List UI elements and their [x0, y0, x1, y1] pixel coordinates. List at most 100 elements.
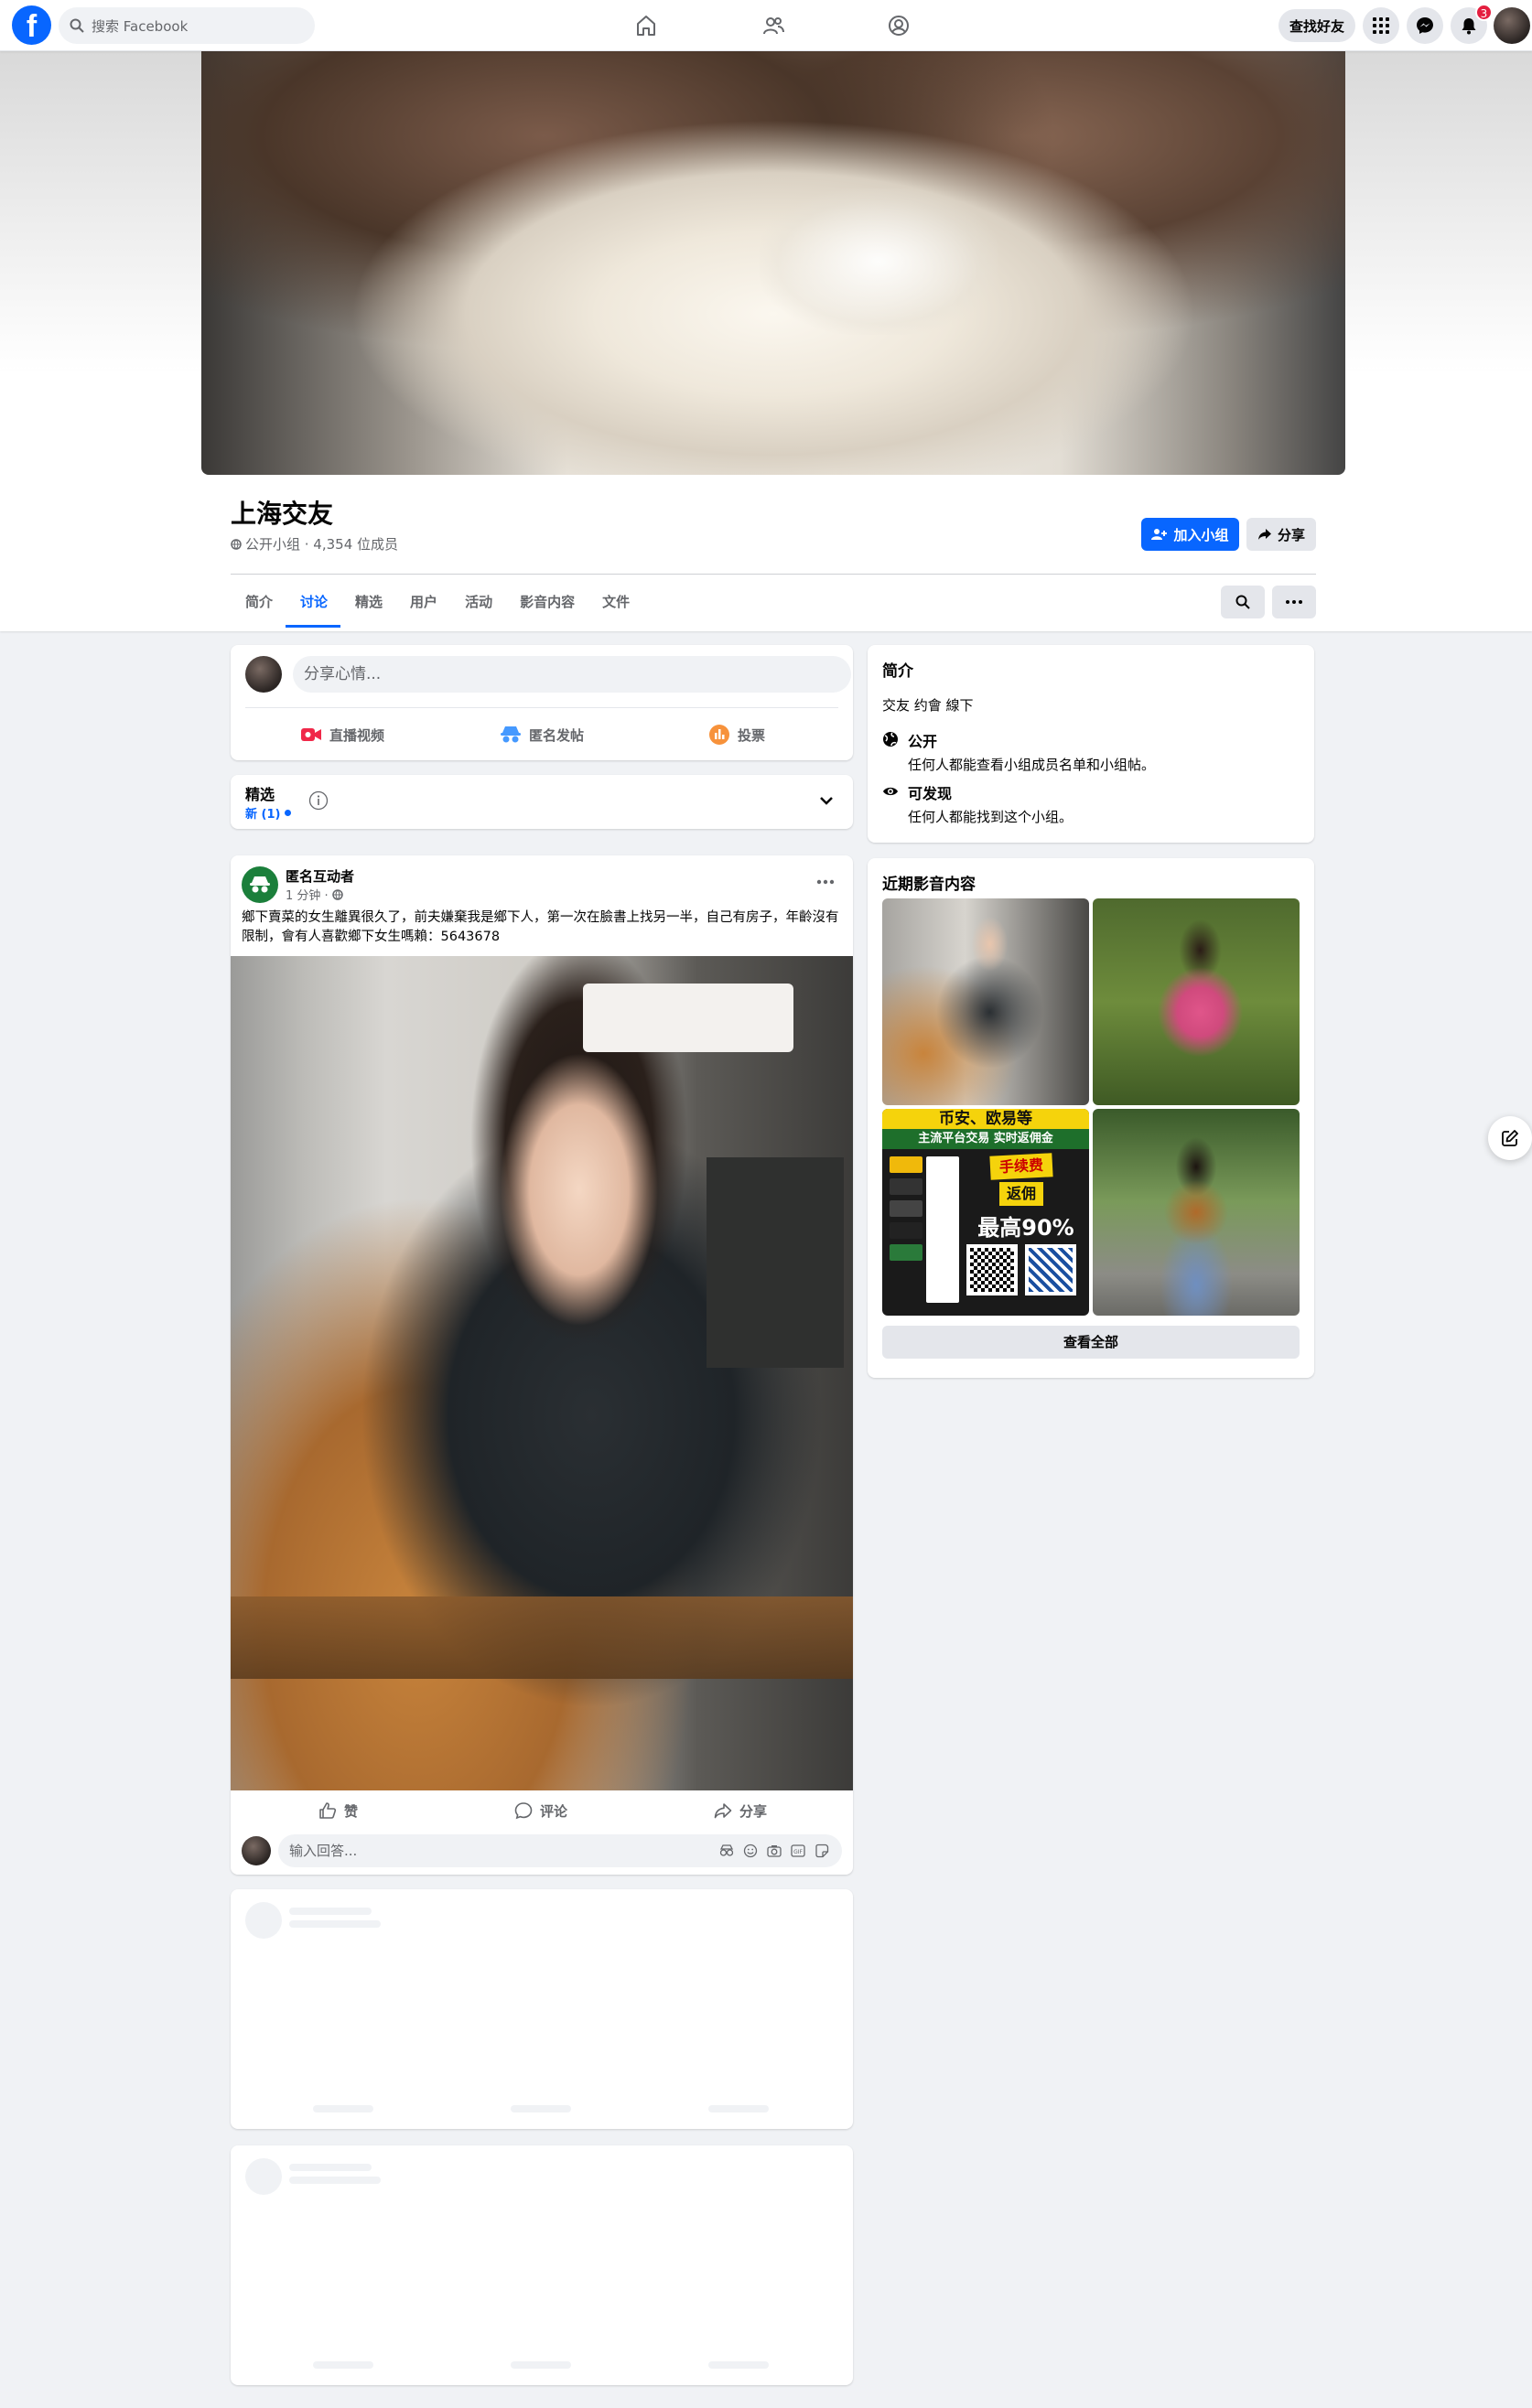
qr-code-icon: [966, 1244, 1018, 1295]
ad-line-5: 最高90%: [977, 1215, 1074, 1241]
ad-line-2: 主流平台交易 实时返佣金: [882, 1129, 1089, 1149]
visibility-desc: 任何人都能找到这个小组。: [908, 809, 1073, 825]
group-name[interactable]: 上海交友: [231, 494, 333, 531]
featured-new-label: 新 (1): [245, 808, 281, 822]
skeleton-avatar: [245, 1902, 282, 1939]
post-time[interactable]: 1 分钟 ·: [286, 886, 329, 903]
anonymous-icon[interactable]: [719, 1844, 734, 1857]
anonymous-post-button[interactable]: 匿名发帖: [500, 716, 584, 753]
share-group-button[interactable]: 分享: [1246, 518, 1316, 551]
like-button[interactable]: 赞: [318, 1794, 358, 1827]
tab-about[interactable]: 简介: [231, 576, 286, 628]
tab-discussion[interactable]: 讨论: [286, 576, 341, 628]
group-post: 匿名互动者 1 分钟 · 鄉下賣菜的女生離異很久了，前夫嫌棄我是鄉下人，第一次在…: [231, 855, 853, 1875]
search-box[interactable]: 搜索 Facebook: [59, 7, 315, 44]
join-group-label: 加入小组: [1173, 526, 1229, 543]
group-cover-photo[interactable]: [201, 51, 1345, 475]
anonymous-post-label: 匿名发帖: [529, 726, 585, 744]
skeleton-line: [313, 2361, 373, 2369]
globe-icon: [231, 538, 242, 550]
visibility-discoverable: 可发现 任何人都能找到这个小组。: [882, 781, 1073, 826]
skeleton-line: [511, 2361, 571, 2369]
composer-input[interactable]: 分享心情...: [293, 656, 851, 693]
globe-icon: [883, 732, 898, 747]
privacy-desc: 任何人都能查看小组成员名单和小组帖。: [908, 757, 1156, 773]
top-navigation-bar: f 搜索 Facebook 查找好友 3: [0, 0, 1532, 51]
post-photo[interactable]: [231, 956, 853, 1790]
post-author[interactable]: 匿名互动者: [286, 866, 354, 886]
tab-files[interactable]: 文件: [588, 576, 642, 628]
comment-bubble-icon: [514, 1802, 533, 1820]
media-thumbnail-ad[interactable]: 币安、欧易等 主流平台交易 实时返佣金 手续费 返佣 最高90%: [882, 1109, 1089, 1316]
friends-icon[interactable]: [759, 11, 788, 40]
find-friends-button[interactable]: 查找好友: [1278, 9, 1356, 42]
skeleton-avatar: [245, 2158, 282, 2195]
chevron-down-icon[interactable]: [819, 795, 834, 806]
about-card: 简介 交友 约會 線下 公开 任何人都能查看小组成员名单和小组帖。 可发现 任何…: [868, 645, 1314, 843]
live-video-label: 直播视频: [329, 726, 385, 744]
photo-detail: [231, 1596, 853, 1679]
photo-detail: [583, 984, 793, 1052]
new-dot-icon: [285, 810, 292, 816]
info-icon[interactable]: [308, 790, 329, 811]
tab-events[interactable]: 活动: [450, 576, 505, 628]
share-post-button[interactable]: 分享: [714, 1794, 767, 1827]
featured-section[interactable]: 精选 新 (1): [231, 775, 853, 829]
qr-code-icon: [1025, 1244, 1076, 1295]
menu-grid-icon[interactable]: [1363, 7, 1399, 44]
exchange-logo: [890, 1222, 922, 1239]
post-composer: 分享心情... 直播视频 匿名发帖 投票: [231, 645, 853, 760]
cover-photo-detail: [760, 188, 998, 335]
group-tabs: 简介 讨论 精选 用户 活动 影音内容 文件: [231, 576, 642, 628]
media-thumbnail-2[interactable]: [1093, 898, 1300, 1105]
svg-text:GIF: GIF: [793, 1849, 803, 1855]
profile-circle-icon[interactable]: [884, 11, 913, 40]
comment-button[interactable]: 评论: [514, 1794, 567, 1827]
gif-icon[interactable]: GIF: [791, 1844, 805, 1857]
reply-placeholder: 输入回答...: [289, 1843, 358, 1859]
post-more-icon[interactable]: [816, 879, 835, 885]
exchange-logo: [890, 1178, 922, 1195]
media-thumbnail-4[interactable]: [1093, 1109, 1300, 1316]
composer-avatar[interactable]: [245, 656, 282, 693]
tab-media[interactable]: 影音内容: [505, 576, 588, 628]
share-group-label: 分享: [1277, 526, 1305, 543]
anonymous-icon: [501, 726, 521, 743]
more-options-button[interactable]: [1272, 586, 1316, 618]
notifications-bell-icon[interactable]: 3: [1451, 4, 1493, 44]
anonymous-avatar[interactable]: [242, 866, 278, 903]
like-label: 赞: [344, 1802, 359, 1820]
see-all-media-button[interactable]: 查看全部: [882, 1326, 1300, 1359]
new-message-button[interactable]: [1488, 1116, 1532, 1160]
share-arrow-icon: [714, 1803, 732, 1819]
search-icon: [1235, 595, 1250, 609]
messenger-icon[interactable]: [1407, 7, 1443, 44]
skeleton-line: [289, 2177, 381, 2184]
join-group-button[interactable]: 加入小组: [1141, 518, 1239, 551]
media-thumbnail-1[interactable]: [882, 898, 1089, 1105]
comment-label: 评论: [540, 1802, 568, 1820]
skeleton-line: [708, 2361, 769, 2369]
tab-people[interactable]: 用户: [395, 576, 450, 628]
facebook-logo[interactable]: f: [12, 5, 51, 45]
recent-media-card: 近期影音内容 币安、欧易等 主流平台交易 实时返佣金 手续费 返佣 最高90% …: [868, 858, 1314, 1378]
share-post-label: 分享: [739, 1802, 768, 1820]
camera-icon[interactable]: [767, 1844, 782, 1857]
poll-label: 投票: [738, 726, 766, 744]
poll-button[interactable]: 投票: [708, 716, 765, 753]
search-input[interactable]: 搜索 Facebook: [92, 16, 188, 36]
account-avatar[interactable]: [1494, 7, 1530, 44]
home-icon[interactable]: [631, 11, 661, 40]
reply-avatar[interactable]: [242, 1836, 271, 1865]
sticker-icon[interactable]: [815, 1844, 829, 1858]
photo-detail: [707, 1157, 844, 1368]
loading-post-placeholder: [231, 2145, 853, 2385]
reply-input[interactable]: 输入回答... GIF: [278, 1834, 842, 1867]
group-search-button[interactable]: [1221, 586, 1265, 618]
ad-exchange-logos: [890, 1156, 922, 1303]
emoji-icon[interactable]: [743, 1844, 758, 1858]
skeleton-line: [313, 2105, 373, 2112]
exchange-logo: [890, 1200, 922, 1217]
live-video-button[interactable]: 直播视频: [300, 716, 384, 753]
tab-featured[interactable]: 精选: [340, 576, 395, 628]
